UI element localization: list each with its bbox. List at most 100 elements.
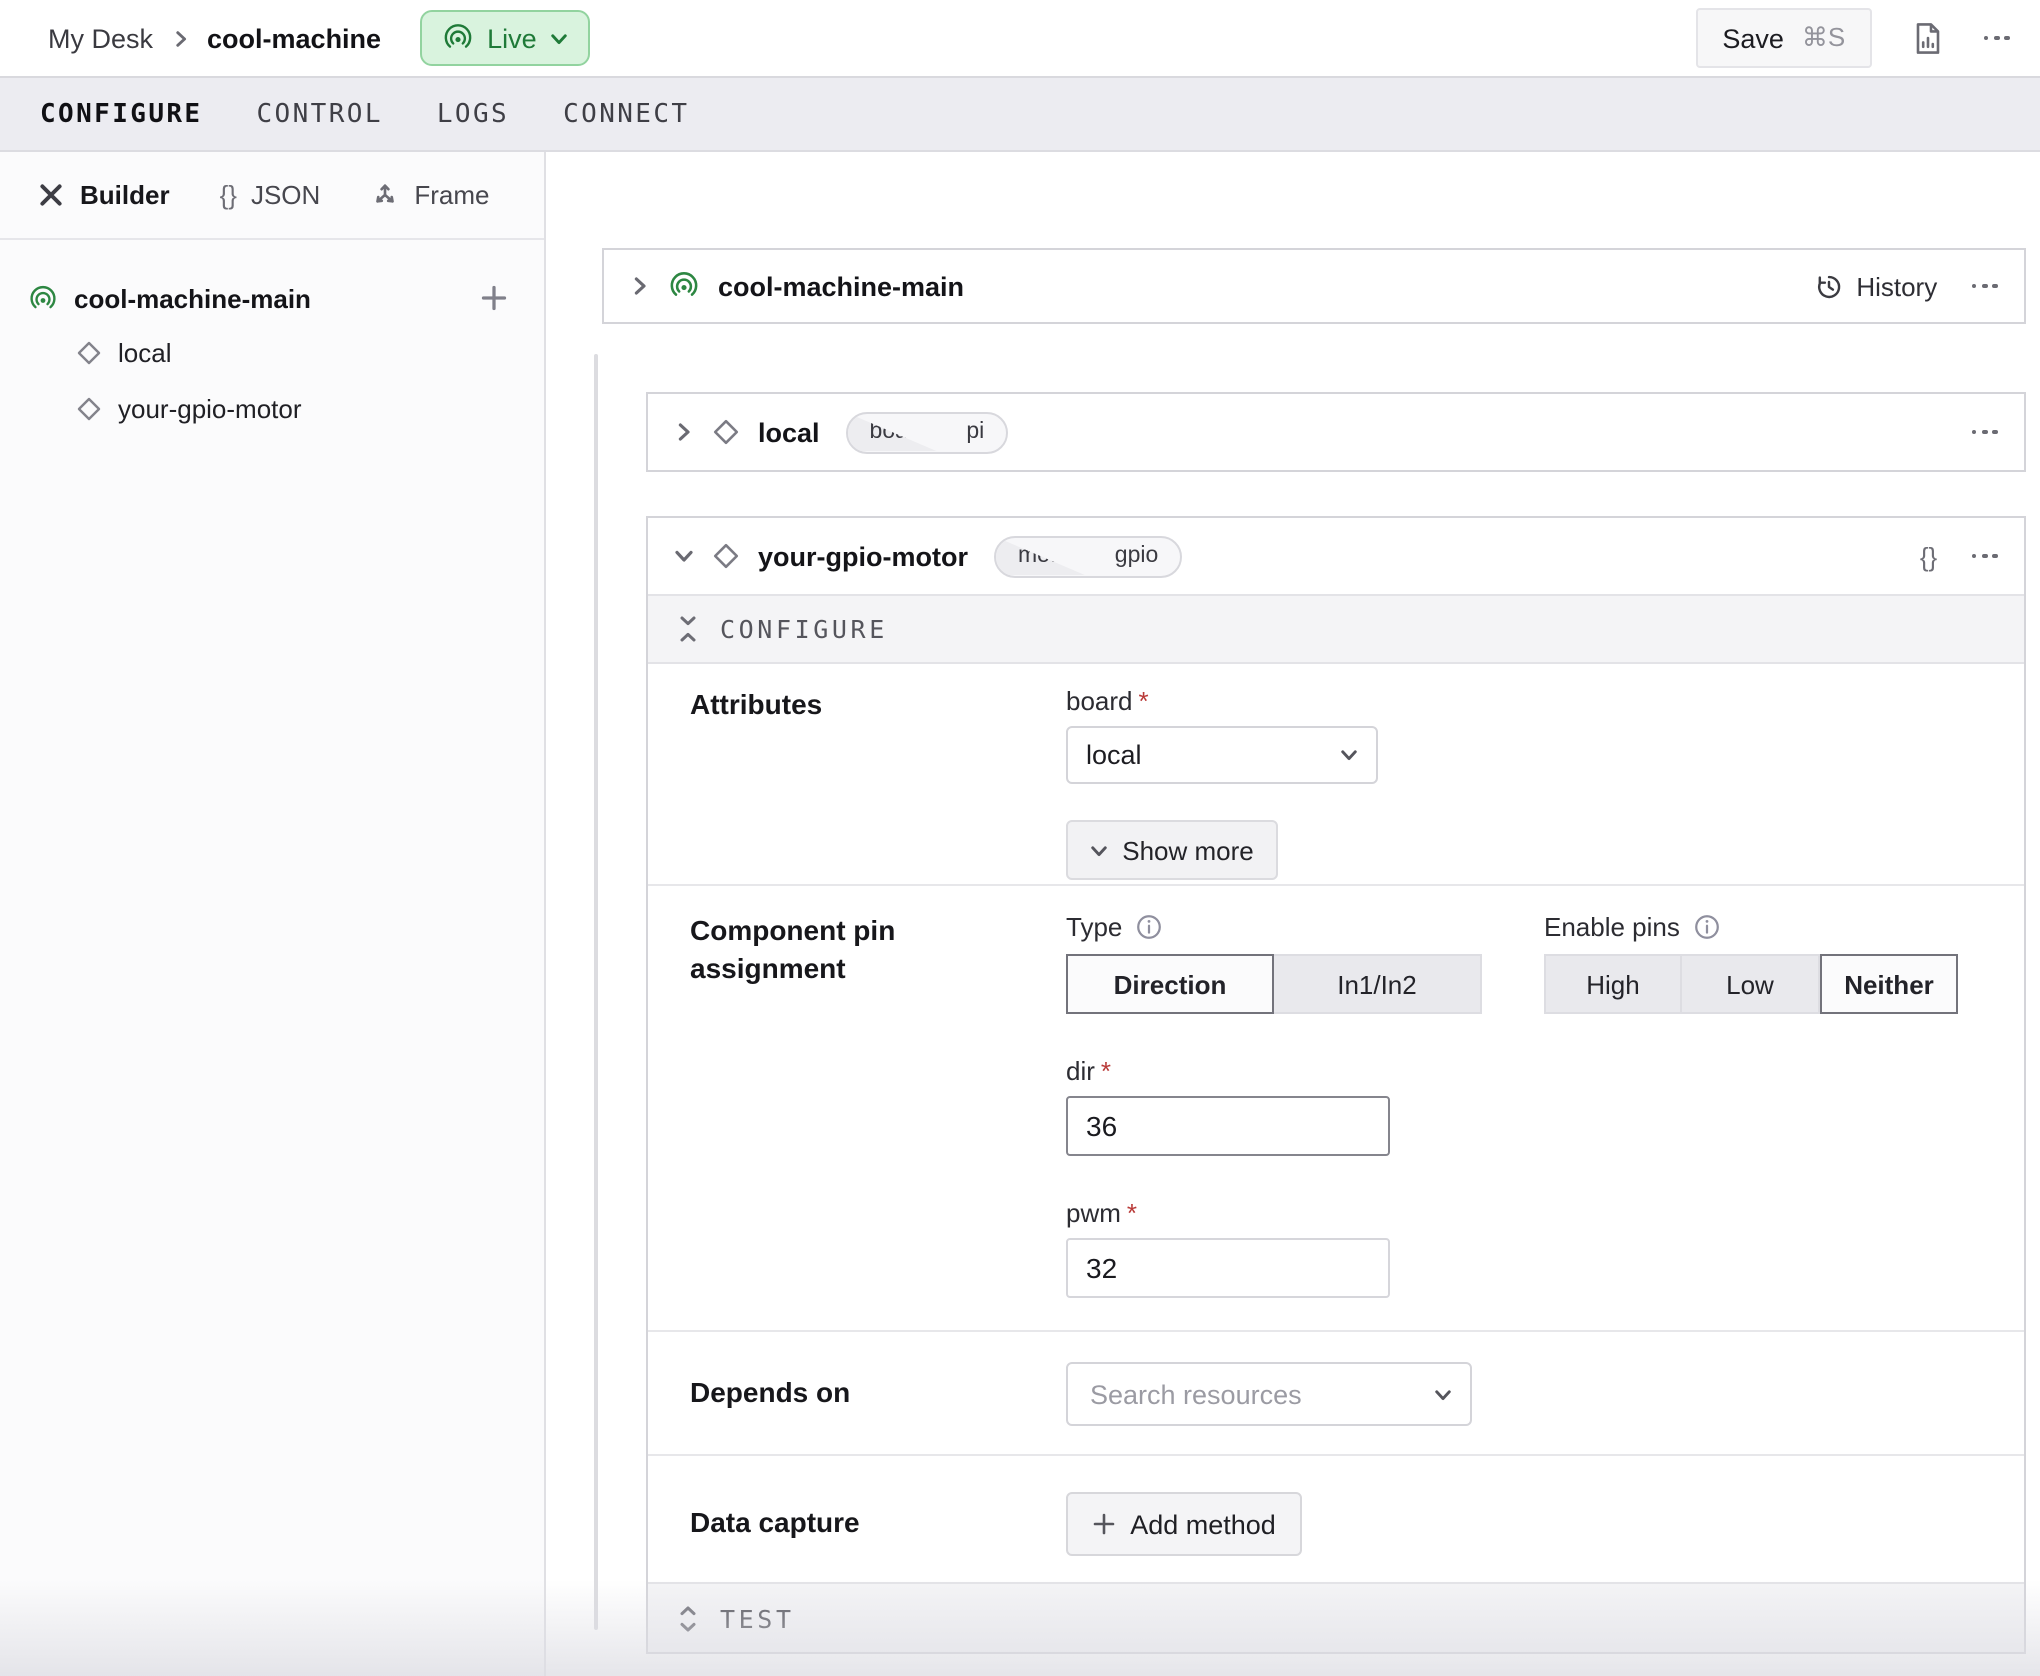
topbar-actions: Save ⌘S	[1696, 8, 2010, 68]
local-card-title: local	[758, 417, 820, 447]
type-option-direction[interactable]: Direction	[1066, 954, 1274, 1014]
required-marker: *	[1139, 686, 1149, 716]
dir-field: dir *	[1066, 1056, 1482, 1156]
part-more-button[interactable]	[1971, 283, 1998, 289]
info-icon[interactable]	[1694, 914, 1720, 940]
board-label: board	[1066, 686, 1133, 716]
badge-type: board	[848, 413, 949, 451]
machine-status-badge[interactable]: Live	[419, 10, 591, 66]
breadcrumb-separator-icon	[171, 29, 189, 47]
chevron-down-icon	[674, 546, 694, 566]
data-capture-section: Data capture Add method	[648, 1454, 2024, 1582]
tree-machine-label: cool-machine-main	[74, 283, 311, 313]
breadcrumb-parent-link[interactable]: My Desk	[48, 23, 153, 53]
motor-more-button[interactable]	[1971, 553, 1998, 559]
part-card-actions: History	[1814, 271, 1998, 301]
resource-type-badge: motor gpio	[994, 535, 1182, 577]
add-method-button[interactable]: Add method	[1066, 1492, 1302, 1556]
required-marker: *	[1127, 1198, 1137, 1228]
json-toggle-button[interactable]: {}	[1920, 541, 1937, 571]
pin-assignment-heading: Component pin assignment	[690, 912, 1066, 1330]
tools-icon	[36, 180, 66, 210]
pwm-label: pwm	[1066, 1198, 1121, 1228]
diamond-icon	[712, 542, 740, 570]
part-card: cool-machine-main History	[602, 248, 2026, 324]
type-option-in1in2[interactable]: In1/In2	[1274, 954, 1482, 1014]
enable-option-low[interactable]: Low	[1682, 954, 1820, 1014]
history-button[interactable]: History	[1814, 271, 1937, 301]
add-resource-button[interactable]	[480, 284, 508, 312]
badge-model: gpio	[1097, 537, 1181, 575]
data-capture-heading: Data capture	[690, 1504, 1066, 1582]
enable-option-high[interactable]: High	[1544, 954, 1682, 1014]
more-menu-button[interactable]	[1983, 35, 2010, 41]
diamond-icon	[712, 418, 740, 446]
view-builder[interactable]: Builder	[36, 180, 170, 210]
required-marker: *	[1101, 1056, 1111, 1086]
plus-icon	[1092, 1512, 1116, 1536]
view-frame[interactable]: Frame	[370, 180, 489, 210]
dir-input[interactable]	[1066, 1096, 1390, 1156]
local-card-header: local board pi	[648, 394, 2024, 470]
chevron-down-icon	[1090, 841, 1108, 859]
app-window: My Desk cool-machine Live Save ⌘S	[0, 0, 2040, 1676]
info-icon[interactable]	[1136, 914, 1162, 940]
ellipsis-icon	[1983, 35, 2010, 41]
enable-option-neither[interactable]: Neither	[1820, 954, 1958, 1014]
file-chart-icon	[1913, 21, 1941, 55]
status-label: Live	[487, 23, 537, 53]
expand-part-button[interactable]	[630, 276, 650, 296]
collapse-icon	[678, 614, 698, 644]
depends-on-select[interactable]	[1066, 1362, 1472, 1426]
expand-local-button[interactable]	[674, 422, 694, 442]
show-more-button[interactable]: Show more	[1066, 820, 1278, 880]
dir-label: dir	[1066, 1056, 1095, 1086]
chevron-right-icon	[630, 276, 650, 296]
tab-connect[interactable]: CONNECT	[563, 99, 689, 129]
attributes-heading: Attributes	[690, 686, 1066, 884]
tab-configure[interactable]: CONFIGURE	[40, 99, 203, 129]
diamond-icon	[76, 339, 102, 365]
tab-control[interactable]: CONTROL	[257, 99, 383, 129]
view-switcher: Builder {} JSON Frame	[0, 152, 544, 240]
local-more-button[interactable]	[1971, 429, 1998, 435]
braces-icon: {}	[220, 180, 237, 210]
ellipsis-icon	[1971, 553, 1998, 559]
tree-item-label: local	[118, 337, 172, 367]
machine-report-button[interactable]	[1913, 21, 1941, 55]
motor-config-form: Attributes board * local	[648, 664, 2024, 1582]
test-section-bar[interactable]: TEST	[648, 1582, 2024, 1652]
enable-pins-toggle-group: High Low Neither	[1544, 954, 1958, 1014]
board-select[interactable]: local	[1066, 726, 1378, 784]
chevron-down-icon	[1340, 746, 1358, 764]
view-json[interactable]: {} JSON	[220, 180, 321, 210]
tab-logs[interactable]: LOGS	[437, 99, 509, 129]
depends-on-search-input[interactable]	[1086, 1377, 1406, 1411]
configure-section-bar[interactable]: CONFIGURE	[648, 594, 2024, 664]
type-toggle-group: Direction In1/In2	[1066, 954, 1482, 1014]
frame-axes-icon	[370, 180, 400, 210]
breadcrumb: My Desk cool-machine	[48, 23, 381, 53]
part-card-title: cool-machine-main	[718, 271, 964, 301]
badge-type: motor	[996, 537, 1097, 575]
tree-item-machine[interactable]: cool-machine-main	[28, 272, 508, 324]
motor-card: your-gpio-motor motor gpio {}	[646, 516, 2026, 1654]
tree-item-local[interactable]: local	[76, 324, 508, 380]
depends-on-section: Depends on	[648, 1330, 2024, 1454]
save-shortcut: ⌘S	[1802, 22, 1845, 54]
save-button[interactable]: Save ⌘S	[1696, 8, 1871, 68]
motor-card-header: your-gpio-motor motor gpio {}	[648, 518, 2024, 594]
resource-tree: cool-machine-main local your-gpio-motor	[0, 240, 544, 436]
ellipsis-icon	[1971, 283, 1998, 289]
sidebar: Builder {} JSON Frame	[0, 152, 546, 1676]
plus-icon	[480, 284, 508, 312]
pwm-input[interactable]	[1066, 1238, 1390, 1298]
chevron-down-icon	[551, 29, 569, 47]
resource-cards: local board pi	[646, 392, 2026, 1654]
tree-item-label: your-gpio-motor	[118, 393, 302, 423]
pwm-field: pwm *	[1066, 1198, 1482, 1298]
main-tabbar: CONFIGURE CONTROL LOGS CONNECT	[0, 78, 2040, 152]
collapse-motor-button[interactable]	[674, 546, 694, 566]
tree-item-your-gpio-motor[interactable]: your-gpio-motor	[76, 380, 508, 436]
expand-icon	[678, 1603, 698, 1633]
